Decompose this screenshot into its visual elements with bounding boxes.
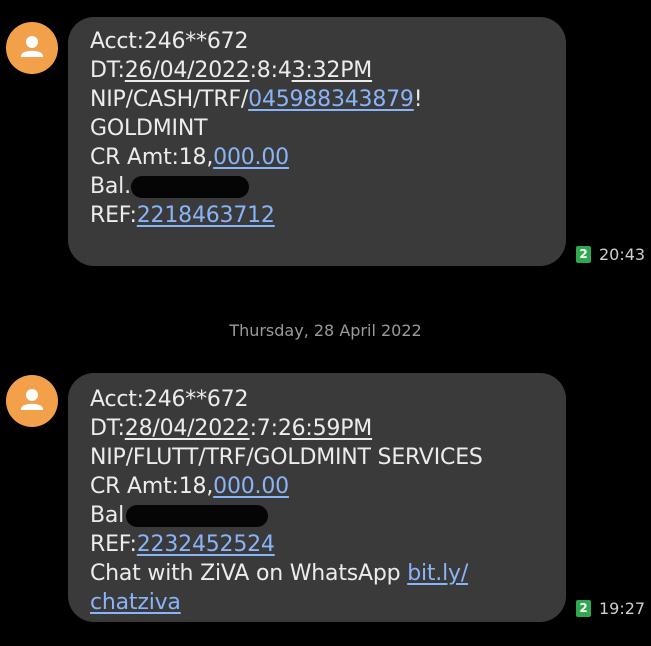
ref-number-link[interactable]: 2218463712: [137, 203, 275, 228]
message-acct: Acct:246**672: [90, 29, 249, 54]
amount-link[interactable]: 000.00: [213, 474, 289, 499]
message-time: 19:27: [599, 598, 646, 618]
ref-label: REF:: [90, 203, 137, 228]
message-amount-line: CR Amt:18,000.00: [90, 143, 548, 172]
time-part: :7:2: [249, 416, 292, 441]
message-chat-line: Chat with ZiVA on WhatsApp bit.ly/: [90, 559, 548, 588]
message-meta: 2 20:43: [576, 244, 645, 264]
redaction-mark: [126, 505, 269, 527]
sim-2-icon: 2: [576, 245, 591, 263]
message-chat-line-2: chatziva: [90, 588, 548, 617]
message-date-line: DT:26/04/2022:8:43:32PM: [90, 56, 548, 85]
message-balance-line: Bal: [90, 501, 548, 530]
chat-text: Chat with ZiVA on WhatsApp: [90, 561, 408, 586]
message-date-line: DT:28/04/2022:7:26:59PM: [90, 414, 548, 443]
time-link[interactable]: 3:32PM: [292, 58, 373, 83]
time-part: :8:4: [249, 58, 292, 83]
message-ref-line: REF:2218463712: [90, 201, 548, 230]
date-separator: Thursday, 28 April 2022: [229, 321, 422, 340]
sender-avatar[interactable]: [6, 22, 58, 74]
message-time: 20:43: [599, 244, 646, 264]
sender-avatar[interactable]: [6, 375, 58, 427]
time-link[interactable]: 6:59PM: [292, 416, 373, 441]
message-bubble[interactable]: Acct:246**672 DT:28/04/2022:7:26:59PM NI…: [68, 373, 566, 622]
message-sender-line: GOLDMINT: [90, 116, 208, 141]
ref-label: REF:: [90, 532, 137, 557]
url-link[interactable]: bit.ly/: [407, 561, 468, 586]
dt-label: DT:: [90, 416, 125, 441]
message-acct: Acct:246**672: [90, 387, 249, 412]
ref-number-link[interactable]: 2232452524: [137, 532, 275, 557]
message-meta: 2 19:27: [576, 598, 645, 618]
nip-text: NIP/CASH/TRF/: [90, 87, 249, 112]
url-link-continued[interactable]: chatziva: [90, 590, 181, 615]
person-icon: [21, 389, 43, 410]
amount-label: CR Amt:18,: [90, 145, 214, 170]
message-ref-line: REF:2232452524: [90, 530, 548, 559]
amount-label: CR Amt:18,: [90, 474, 214, 499]
message-bubble[interactable]: Acct:246**672 DT:26/04/2022:8:43:32PM NI…: [68, 17, 566, 266]
message-amount-line: CR Amt:18,000.00: [90, 472, 548, 501]
sim-2-icon: 2: [576, 599, 591, 617]
person-icon: [21, 36, 43, 57]
phone-number-link[interactable]: 045988343879: [248, 87, 414, 112]
redaction-mark: [130, 176, 249, 198]
message-nip-line: NIP/CASH/TRF/045988343879!: [90, 85, 548, 114]
date-link[interactable]: 26/04/2022: [125, 58, 250, 83]
message-balance-line: Bal.: [90, 172, 548, 201]
date-link[interactable]: 28/04/2022: [125, 416, 250, 441]
amount-link[interactable]: 000.00: [213, 145, 289, 170]
message-nip-line: NIP/FLUTT/TRF/GOLDMINT SERVICES: [90, 445, 483, 470]
dt-label: DT:: [90, 58, 125, 83]
balance-label: Bal.: [90, 174, 131, 199]
balance-label: Bal: [90, 503, 125, 528]
nip-suffix: !: [413, 87, 423, 112]
